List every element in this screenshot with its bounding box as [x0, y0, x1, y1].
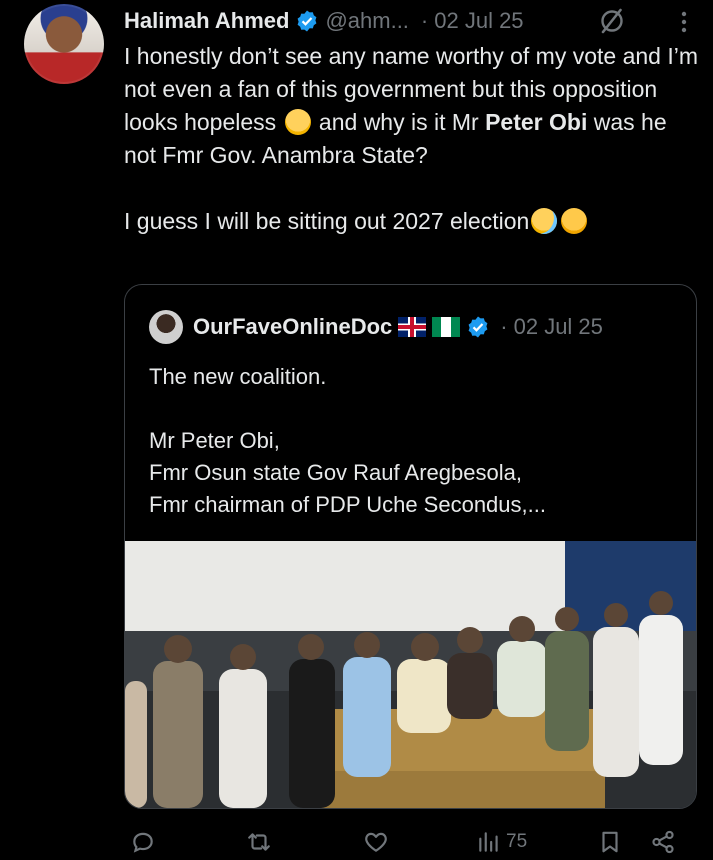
like-button[interactable] — [363, 828, 389, 856]
tweet-text: I honestly don’t see any name worthy of … — [124, 40, 699, 238]
views-button[interactable]: 75 — [476, 828, 527, 856]
quoted-tweet-date[interactable]: 02 Jul 25 — [514, 314, 603, 340]
tweet-text-part: and why is it Mr — [312, 109, 486, 135]
more-icon[interactable] — [672, 10, 696, 34]
views-icon — [479, 832, 498, 852]
bookmark-button[interactable] — [597, 828, 623, 856]
tweet-header: Halimah Ahmed @ahm... · 02 Jul 25 — [124, 6, 699, 36]
verified-badge-icon — [468, 316, 488, 338]
tweet[interactable]: Halimah Ahmed @ahm... · 02 Jul 25 I hone… — [0, 0, 713, 860]
quoted-author-avatar[interactable] — [149, 310, 183, 344]
share-button[interactable] — [650, 828, 676, 856]
tweet-actions: 75 — [124, 822, 699, 860]
views-count: 75 — [506, 831, 528, 852]
retweet-button[interactable] — [246, 828, 272, 856]
crying-face-emoji-icon — [531, 208, 558, 234]
nigeria-flag-icon — [432, 317, 461, 337]
share-icon — [652, 830, 674, 854]
grok-icon[interactable] — [597, 6, 627, 36]
separator-dot: · — [500, 314, 508, 339]
quoted-author-name[interactable]: OurFaveOnlineDoc — [193, 314, 392, 340]
author-avatar[interactable] — [24, 4, 104, 84]
weary-face-emoji-icon — [284, 109, 311, 135]
quoted-tweet-image-art — [125, 541, 696, 808]
quoted-tweet-image[interactable] — [125, 541, 696, 808]
disappointed-face-emoji-icon — [561, 208, 588, 234]
bookmark-icon — [602, 831, 618, 853]
quoted-tweet-text: The new coalition. Mr Peter Obi, Fmr Osu… — [149, 364, 546, 517]
reply-icon — [133, 832, 153, 853]
author-handle[interactable]: @ahm... — [325, 8, 408, 34]
tweet-date[interactable]: 02 Jul 25 — [434, 8, 523, 34]
quoted-tweet[interactable]: OurFaveOnlineDoc · 02 Jul 25 The new coa… — [124, 284, 697, 809]
tweet-text-bold: Peter Obi — [485, 109, 588, 135]
retweet-icon — [248, 833, 270, 851]
reply-button[interactable] — [130, 828, 156, 856]
tweet-text-part: I guess I will be sitting out 2027 elect… — [124, 208, 530, 234]
like-icon — [365, 832, 387, 852]
verified-badge-icon — [298, 10, 317, 32]
quoted-tweet-header: OurFaveOnlineDoc · 02 Jul 25 — [149, 309, 603, 345]
author-name[interactable]: Halimah Ahmed — [124, 8, 289, 34]
uk-flag-icon — [398, 317, 427, 337]
separator-dot: · — [420, 8, 429, 33]
